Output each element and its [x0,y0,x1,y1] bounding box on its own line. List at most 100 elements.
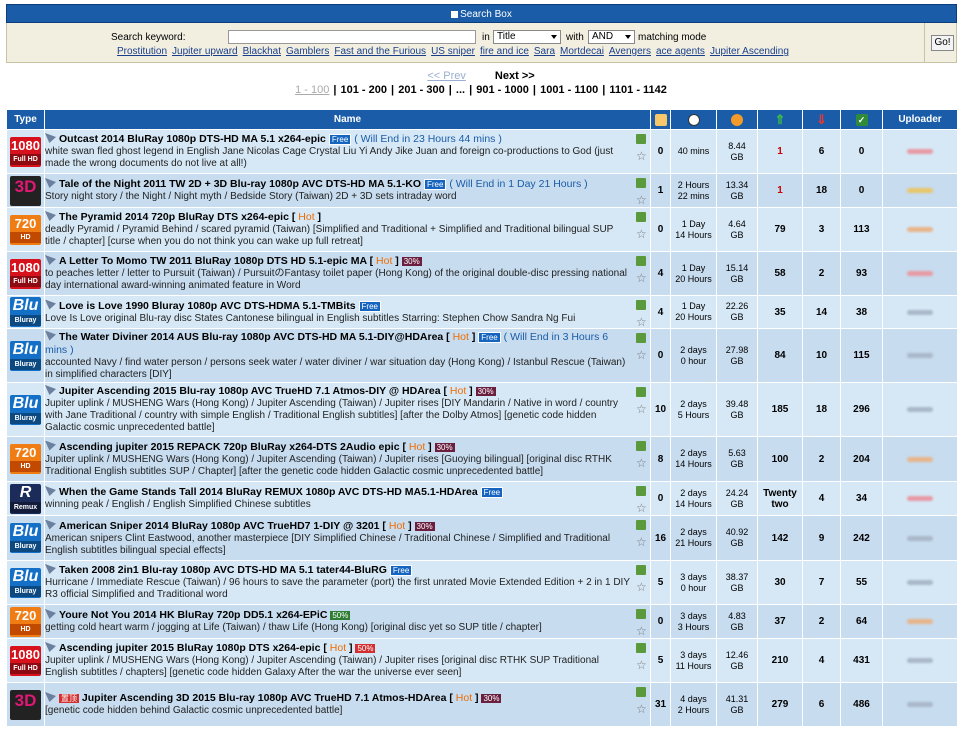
uploader-name-blurred[interactable] [907,456,933,462]
bookmark-star-icon[interactable]: ☆ [636,536,648,548]
page-link[interactable]: 1001 - 1100 [540,84,598,96]
col-completed[interactable]: ✓ [840,109,883,130]
uploader-name-blurred[interactable] [907,619,933,624]
table-row[interactable]: 720 HD Ascending jupiter 2015 REPACK 720p … [6,436,958,482]
bookmark-star-icon[interactable]: ☆ [636,194,648,206]
title-text[interactable]: Love is Love 1990 Bluray 1080p AVC DTS-H… [59,300,356,312]
title-text[interactable]: When the Game Stands Tall 2014 BluRay RE… [59,486,478,498]
uploader-name-blurred[interactable] [907,496,933,501]
search-tag-link[interactable]: Mortdecai [560,46,604,57]
uploader-cell[interactable] [882,382,958,437]
type-cell[interactable]: Blu Bluray [6,515,45,561]
category-badge[interactable]: Blu Bluray [10,523,41,553]
torrent-title[interactable]: Ascending jupiter 2015 REPACK 720p BluRa… [45,440,630,454]
bookmark-star-icon[interactable]: ☆ [636,581,648,593]
table-row[interactable]: Blu Bluray Jupiter Ascending 2015 Blu-ray … [6,382,958,437]
col-name[interactable]: Name [44,109,651,130]
uploader-cell[interactable] [882,515,958,561]
bookmark-star-icon[interactable]: ☆ [636,457,648,469]
uploader-name-blurred[interactable] [907,271,933,276]
uploader-cell[interactable] [882,436,958,482]
field-select[interactable]: Title [493,30,561,44]
title-text[interactable]: Tale of the Night 2011 TW 2D + 3D Blu-ra… [59,178,421,190]
uploader-cell[interactable] [882,604,958,639]
search-tag-link[interactable]: Blackhat [243,46,281,57]
title-text[interactable]: A Letter To Momo TW 2011 BluRay 1080p DT… [59,255,373,267]
title-text[interactable]: Taken 2008 2in1 Blu-ray 1080p AVC DTS-HD… [59,564,387,576]
title-text[interactable]: The Water Diviner 2014 AUS Blu-ray 1080p… [59,331,450,343]
prev-page-link[interactable]: << Prev [427,70,466,82]
mode-select[interactable]: AND [588,30,635,44]
bookmark-star-icon[interactable]: ☆ [636,625,648,637]
page-link[interactable]: 201 - 300 [398,84,444,96]
title-text[interactable]: Jupiter Ascending 3D 2015 Blu-ray 1080p … [82,692,453,704]
col-type[interactable]: Type [6,109,45,130]
download-icon[interactable] [636,486,646,496]
category-badge[interactable]: 3D [10,689,41,720]
torrent-title[interactable]: The Pyramid 2014 720p BluRay DTS x264-ep… [45,211,630,224]
table-row[interactable]: 1080 Full HD A Letter To Momo TW 2011 BluR… [6,251,958,296]
uploader-name-blurred[interactable] [907,702,933,707]
table-row[interactable]: 1080 Full HD Ascending jupiter 2015 BluRay… [6,638,958,683]
download-icon[interactable] [636,565,646,575]
col-size[interactable] [716,109,758,130]
uploader-cell[interactable] [882,328,958,383]
category-badge[interactable]: 1080 Full HD [10,645,41,676]
type-cell[interactable]: 3D [6,173,45,208]
table-row[interactable]: Blu Bluray The Water Diviner 2014 AUS Blu-… [6,328,958,383]
bookmark-star-icon[interactable]: ☆ [636,703,648,715]
download-icon[interactable] [636,256,646,266]
uploader-name-blurred[interactable] [907,407,933,412]
type-cell[interactable]: R Remux [6,481,45,516]
bookmark-star-icon[interactable]: ☆ [636,502,648,514]
table-row[interactable]: 720 HD The Pyramid 2014 720p BluRay DTS x2… [6,207,958,252]
download-icon[interactable] [636,178,646,188]
download-icon[interactable] [636,333,646,343]
title-text[interactable]: Ascending jupiter 2015 BluRay 1080p DTS … [59,642,327,654]
download-icon[interactable] [636,441,646,451]
torrent-title[interactable]: Taken 2008 2in1 Blu-ray 1080p AVC DTS-HD… [45,564,630,577]
download-icon[interactable] [636,134,646,144]
search-box-header[interactable]: Search Box [6,4,957,23]
title-text[interactable]: Outcast 2014 BluRay 1080p DTS-HD MA 5.1 … [59,133,326,145]
download-icon[interactable] [636,520,646,530]
uploader-name-blurred[interactable] [907,658,933,663]
category-badge[interactable]: 1080 Full HD [10,136,41,167]
table-row[interactable]: Blu Bluray Love is Love 1990 Bluray 1080p … [6,295,958,329]
torrent-title[interactable]: Love is Love 1990 Bluray 1080p AVC DTS-H… [45,299,630,313]
category-badge[interactable]: R Remux [10,483,41,514]
title-text[interactable]: American Sniper 2014 BluRay 1080p AVC Tr… [59,520,386,532]
category-badge[interactable]: 3D [10,175,41,206]
category-badge[interactable]: 720 HD [10,214,41,245]
download-icon[interactable] [636,687,646,697]
search-tag-link[interactable]: Fast and the Furious [334,46,426,57]
download-icon[interactable] [636,387,646,397]
title-text[interactable]: The Pyramid 2014 720p BluRay DTS x264-ep… [59,211,295,223]
search-tag-link[interactable]: Sara [534,46,555,57]
table-row[interactable]: 720 HD Youre Not You 2014 HK BluRay 720p D… [6,604,958,639]
bookmark-star-icon[interactable]: ☆ [636,316,648,328]
torrent-title[interactable]: Outcast 2014 BluRay 1080p DTS-HD MA 5.1 … [45,133,630,146]
type-cell[interactable]: Blu Bluray [6,560,45,605]
type-cell[interactable]: 1080 Full HD [6,638,45,683]
uploader-cell[interactable] [882,251,958,296]
download-icon[interactable] [636,300,646,310]
type-cell[interactable]: 720 HD [6,436,45,482]
torrent-title[interactable]: Jupiter Ascending 2015 Blu-ray 1080p AVC… [45,385,630,398]
title-text[interactable]: Jupiter Ascending 2015 Blu-ray 1080p AVC… [59,385,447,397]
page-link[interactable]: 1101 - 1142 [609,84,667,96]
table-row[interactable]: 1080 Full HD Outcast 2014 BluRay 1080p DTS… [6,129,958,174]
type-cell[interactable]: Blu Bluray [6,295,45,329]
expand-icon[interactable] [451,10,459,18]
category-badge[interactable]: Blu Bluray [10,340,41,371]
bookmark-star-icon[interactable]: ☆ [636,659,648,671]
type-cell[interactable]: 720 HD [6,207,45,252]
uploader-name-blurred[interactable] [907,353,933,358]
uploader-name-blurred[interactable] [907,580,933,585]
table-row[interactable]: 3D Tale of the Night 2011 TW 2D + 3D Blu-… [6,173,958,208]
download-icon[interactable] [636,643,646,653]
search-tag-link[interactable]: Prostitution [117,46,167,57]
torrent-title[interactable]: Youre Not You 2014 HK BluRay 720p DD5.1 … [45,609,630,622]
col-uploader[interactable]: Uploader [882,109,958,130]
title-text[interactable]: Ascending jupiter 2015 REPACK 720p BluRa… [59,441,406,453]
